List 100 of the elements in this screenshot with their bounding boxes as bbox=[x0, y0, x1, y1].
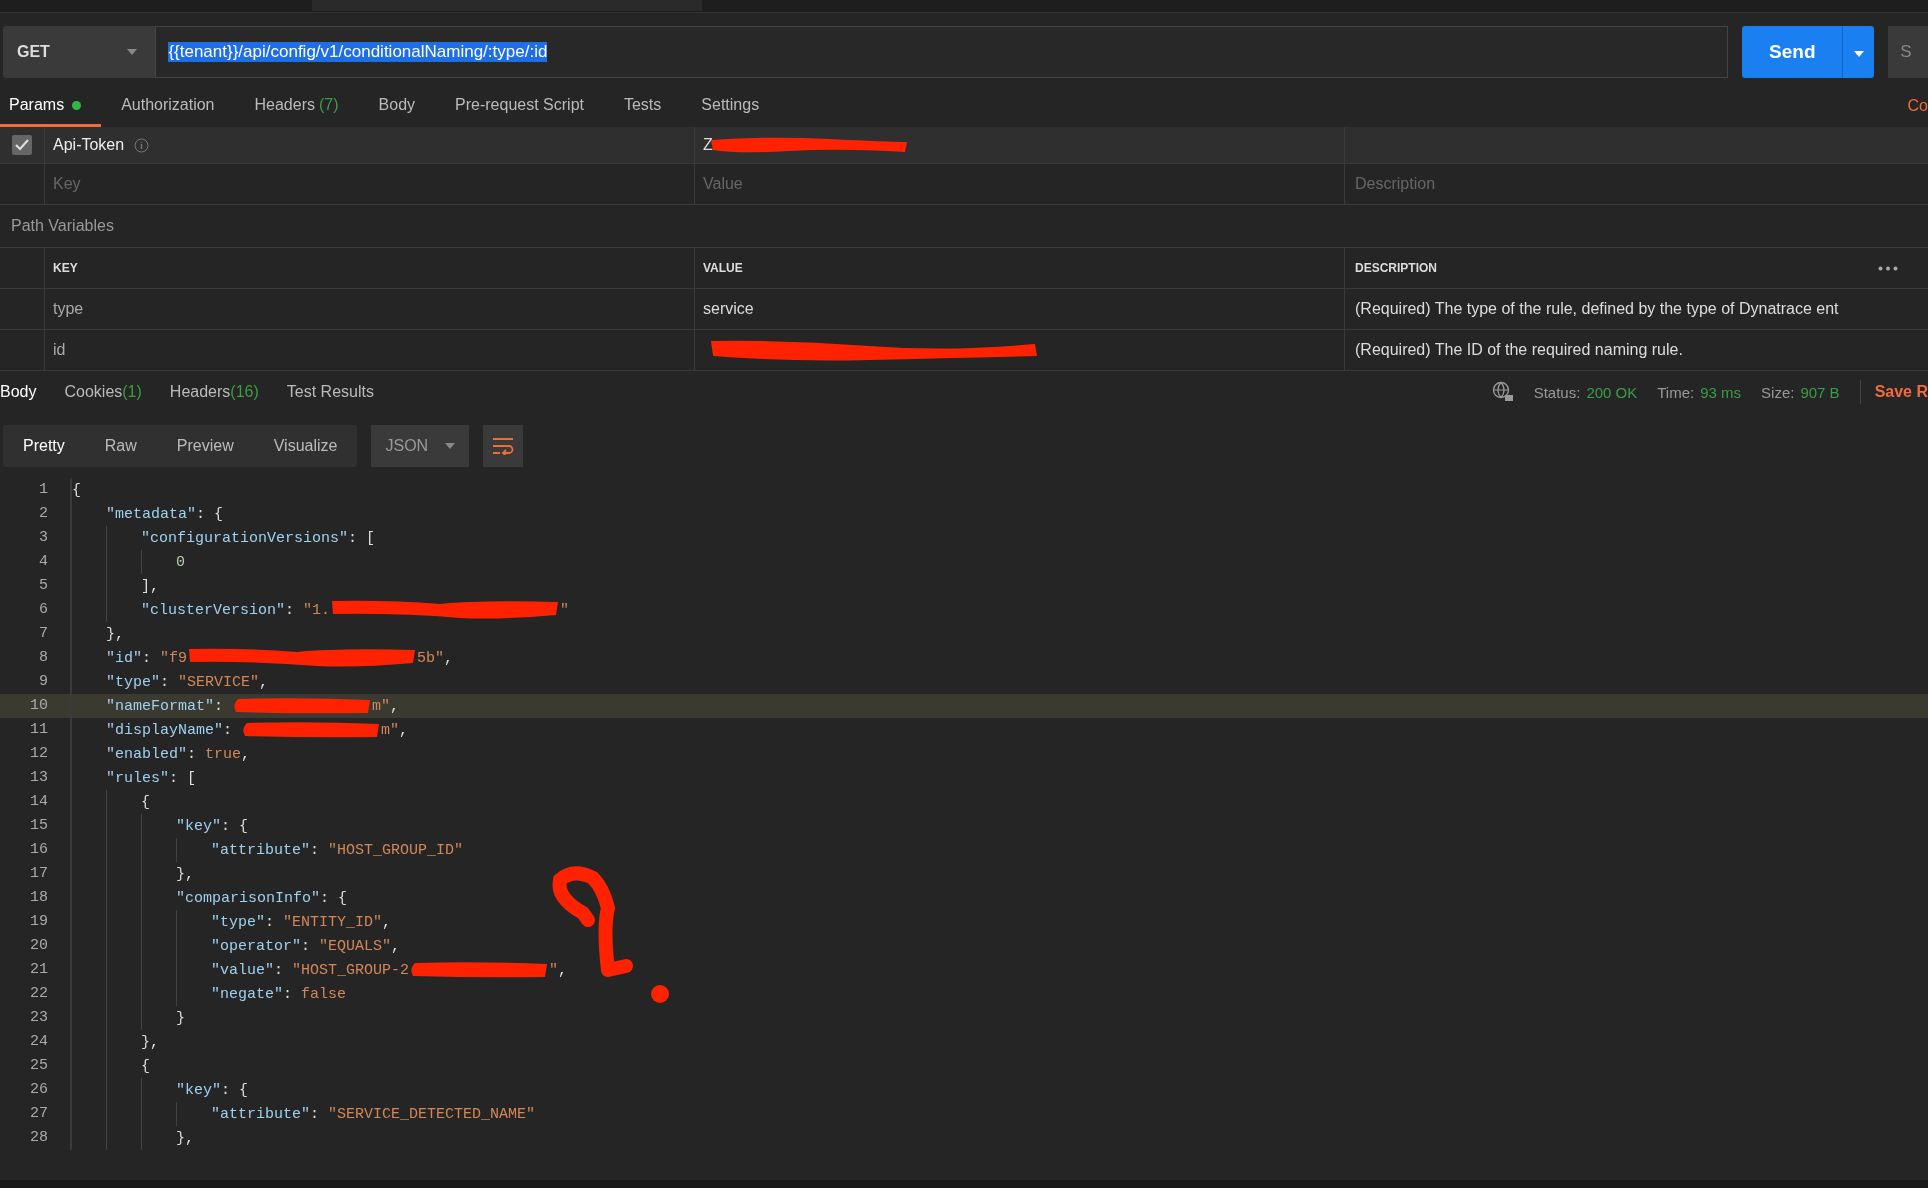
code-text: " bbox=[549, 961, 559, 979]
line-number: 3 bbox=[38, 528, 48, 548]
code-text: m" bbox=[381, 721, 400, 739]
code-text: "metadata" bbox=[106, 505, 196, 523]
url-field[interactable]: {{tenant}}/api/config/v1/conditionalNaming/:type/:id bbox=[155, 26, 1729, 78]
code-text: : bbox=[187, 745, 198, 763]
code-text: : { bbox=[196, 505, 224, 523]
code-text: ], bbox=[141, 577, 159, 595]
code-text: , bbox=[382, 913, 392, 931]
table-cell: service bbox=[703, 300, 754, 318]
code-text: "1. bbox=[303, 601, 331, 619]
line-number: 18 bbox=[29, 888, 48, 908]
code-link[interactable]: Co bbox=[1907, 97, 1928, 127]
code-text: , bbox=[390, 697, 400, 715]
column-header: KEY bbox=[53, 261, 78, 275]
code-text: "operator" bbox=[211, 937, 301, 955]
checkbox[interactable] bbox=[12, 135, 32, 155]
code-text: , bbox=[259, 673, 269, 691]
code-text: : bbox=[265, 913, 276, 931]
code-text: , bbox=[444, 649, 454, 667]
column-header: VALUE bbox=[703, 261, 743, 275]
line-number: 6 bbox=[38, 600, 48, 620]
code-text: "ENTITY_ID" bbox=[283, 913, 383, 931]
code-text: { bbox=[141, 793, 150, 811]
view-mode-tab[interactable]: Raw bbox=[84, 425, 157, 467]
line-number: 5 bbox=[38, 576, 48, 596]
response-tab[interactable]: Test Results bbox=[272, 383, 388, 401]
code-text: : bbox=[142, 649, 153, 667]
code-text: : bbox=[160, 673, 171, 691]
code-text: "negate" bbox=[211, 985, 283, 1003]
format-dropdown[interactable]: JSON bbox=[371, 425, 470, 467]
code-text: , bbox=[558, 961, 568, 979]
line-number: 27 bbox=[29, 1104, 48, 1124]
param-key: Api-Token bbox=[53, 136, 125, 154]
code-text: , bbox=[241, 745, 251, 763]
code-text: "clusterVersion" bbox=[141, 601, 286, 619]
view-mode-tab[interactable]: Visualize bbox=[253, 425, 358, 467]
code-text: "SERVICE" bbox=[178, 673, 260, 691]
code-text: "enabled" bbox=[106, 745, 187, 763]
line-number: 8 bbox=[38, 648, 48, 668]
response-tab[interactable]: Headers(16) bbox=[155, 383, 273, 401]
table-cell: (Required) The type of the rule, defined by the type of Dynatrace ent bbox=[1355, 300, 1839, 318]
code-text: }, bbox=[176, 1129, 194, 1147]
info-icon bbox=[134, 137, 150, 153]
response-tab[interactable]: Body bbox=[0, 383, 51, 401]
code-text: "comparisonInfo" bbox=[176, 889, 321, 907]
code-text: "EQUALS" bbox=[319, 937, 392, 955]
save-response-link[interactable]: Save R bbox=[1874, 383, 1928, 401]
view-mode-tab[interactable]: Pretty bbox=[3, 425, 85, 467]
code-text: 0 bbox=[176, 553, 185, 571]
code-text: } bbox=[176, 1009, 185, 1027]
code-text: "attribute" bbox=[211, 841, 311, 859]
request-tab[interactable]: Settings bbox=[681, 96, 780, 127]
line-number: 23 bbox=[29, 1008, 48, 1028]
line-number: 15 bbox=[29, 816, 48, 836]
code-text: "nameFormat" bbox=[106, 697, 215, 715]
request-tab[interactable]: Authorization bbox=[101, 96, 235, 127]
code-text: " bbox=[560, 601, 570, 619]
code-text: : { bbox=[221, 817, 249, 835]
request-tab[interactable]: Body bbox=[358, 96, 436, 127]
globe-icon[interactable] bbox=[1491, 381, 1514, 403]
code-text: "rules" bbox=[106, 769, 169, 787]
table-cell: (Required) The ID of the required naming rule. bbox=[1355, 341, 1683, 359]
code-text: "attribute" bbox=[211, 1105, 311, 1123]
wrap-button[interactable] bbox=[483, 425, 524, 467]
line-number: 24 bbox=[29, 1032, 48, 1052]
line-number: 1 bbox=[38, 480, 48, 500]
line-number: 4 bbox=[38, 552, 48, 572]
caret-icon bbox=[127, 49, 138, 55]
response-tab[interactable]: Cookies(1) bbox=[50, 383, 156, 401]
code-text: , bbox=[391, 937, 401, 955]
method-dropdown[interactable]: GET bbox=[3, 26, 156, 78]
code-text: "displayName" bbox=[106, 721, 224, 739]
line-number: 20 bbox=[29, 936, 48, 956]
table-cell: type bbox=[53, 300, 84, 318]
line-number: 2 bbox=[38, 504, 48, 524]
code-text: : bbox=[285, 601, 296, 619]
code-text: "id" bbox=[106, 649, 142, 667]
param-value: Z bbox=[703, 136, 713, 154]
line-number: 17 bbox=[29, 864, 48, 884]
request-tab[interactable]: Headers (7) bbox=[234, 96, 359, 127]
line-number: 14 bbox=[29, 792, 48, 812]
request-tab[interactable]: Tests bbox=[603, 96, 682, 127]
code-text: : [ bbox=[169, 769, 197, 787]
send-button[interactable]: Send bbox=[1742, 26, 1843, 78]
line-number: 19 bbox=[29, 912, 48, 932]
request-tab[interactable]: Pre-request Script bbox=[435, 96, 604, 127]
code-text: , bbox=[399, 721, 409, 739]
status-label: Time: bbox=[1657, 383, 1695, 401]
code-text: "HOST_GROUP-2 bbox=[292, 961, 410, 979]
code-text: { bbox=[141, 1057, 150, 1075]
send-options-button[interactable] bbox=[1842, 26, 1875, 78]
caret-icon bbox=[445, 443, 456, 449]
code-text: : { bbox=[320, 889, 348, 907]
code-text: "f9 bbox=[160, 649, 188, 667]
view-mode-tab[interactable]: Preview bbox=[156, 425, 254, 467]
code-text: "key" bbox=[176, 1081, 221, 1099]
status-value: 93 ms bbox=[1700, 383, 1742, 401]
status-value: 907 B bbox=[1800, 383, 1840, 401]
more-icon[interactable] bbox=[1878, 265, 1898, 271]
